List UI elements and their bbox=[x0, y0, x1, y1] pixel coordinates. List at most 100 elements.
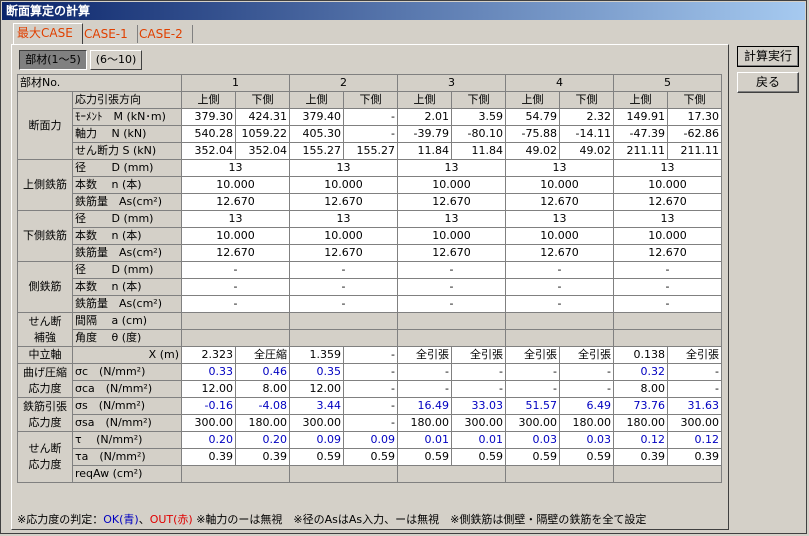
value-cell: 11.84 bbox=[451, 142, 506, 160]
lower-label: 下側 bbox=[343, 91, 398, 109]
value-cell: - bbox=[343, 380, 398, 398]
value-cell: 49.02 bbox=[559, 142, 614, 160]
value-cell: 8.00 bbox=[613, 380, 668, 398]
table-row: せん断力 S (kN) 352.04 352.04 155.27 155.27 11.84… bbox=[18, 142, 722, 160]
value-cell: - bbox=[505, 295, 614, 313]
value-cell: 0.01 bbox=[397, 431, 452, 449]
table-row: 曲げ圧縮 応力度 σc (N/mm²) 0.33 0.46 0.35- - - - -0.32- bbox=[17, 363, 722, 398]
value-cell: 全圧縮 bbox=[235, 346, 290, 364]
member-number: 2 bbox=[289, 74, 398, 92]
row-label: τa (N/mm²) bbox=[72, 448, 182, 466]
value-cell: 12.670 bbox=[397, 193, 506, 211]
group-label-line: 曲げ圧縮 bbox=[23, 365, 67, 379]
value-cell: 540.28 bbox=[181, 125, 236, 143]
value-cell: 180.00 bbox=[235, 414, 290, 432]
upper-label: 上側 bbox=[613, 91, 668, 109]
value-cell: 180.00 bbox=[397, 414, 452, 432]
subtab-members-6-10[interactable]: (6～10) bbox=[90, 50, 142, 70]
empty-cell bbox=[181, 329, 290, 347]
empty-cell bbox=[505, 329, 614, 347]
value-cell: 0.12 bbox=[667, 431, 722, 449]
value-cell: - bbox=[181, 295, 290, 313]
group-label-line: 補強 bbox=[34, 330, 56, 344]
value-cell: 0.09 bbox=[289, 431, 344, 449]
value-cell: - bbox=[505, 380, 560, 398]
value-cell: - bbox=[667, 363, 722, 381]
value-cell: 10.000 bbox=[289, 227, 398, 245]
row-label: ﾓｰﾒﾝﾄ M (kN･m) bbox=[72, 108, 182, 126]
table-row: 本数 n (本) 10.000 10.000 10.000 10.000 10.000 bbox=[18, 227, 722, 245]
value-cell: - bbox=[343, 414, 398, 432]
value-cell: 352.04 bbox=[181, 142, 236, 160]
value-cell: 2.32 bbox=[559, 108, 614, 126]
value-cell: 16.49 bbox=[397, 397, 452, 415]
value-cell: 0.20 bbox=[235, 431, 290, 449]
table-row: 鉄筋量 As(cm²) 12.670 12.670 12.670 12.670 12.67… bbox=[18, 193, 722, 211]
table-row: σca (N/mm²) 12.00 8.00 12.00- - - - -8.00- bbox=[18, 380, 722, 398]
value-cell: 155.27 bbox=[343, 142, 398, 160]
value-cell: 13 bbox=[289, 210, 398, 228]
main-window: 断面算定の計算 最大CASE CASE-1 CASE-2 部材(1～5) (6～… bbox=[0, 0, 807, 534]
value-cell: - bbox=[451, 380, 506, 398]
group-label-line: 上側鉄筋 bbox=[23, 178, 67, 191]
group-label: 側鉄筋 bbox=[17, 261, 73, 313]
group-label-line: 応力度 bbox=[28, 458, 62, 471]
value-cell: 17.30 bbox=[667, 108, 722, 126]
group-label-line: せん断 bbox=[28, 442, 62, 455]
value-cell: 0.59 bbox=[505, 448, 560, 466]
calculate-button[interactable]: 計算実行 bbox=[737, 46, 799, 67]
tab-case-2[interactable]: CASE-2 bbox=[136, 25, 193, 43]
row-label: σsa (N/mm²) bbox=[72, 414, 182, 432]
back-button[interactable]: 戻る bbox=[737, 72, 799, 93]
subtab-members-1-5[interactable]: 部材(1～5) bbox=[19, 50, 87, 70]
tab-case-1[interactable]: CASE-1 bbox=[81, 25, 138, 43]
value-cell: 0.59 bbox=[289, 448, 344, 466]
value-cell: - bbox=[289, 295, 398, 313]
table-row: せん断 応力度 τ (N/mm²) 0.20 0.20 0.09 0.09 0.01 0.01 0… bbox=[17, 431, 722, 483]
value-cell: 12.00 bbox=[181, 380, 236, 398]
value-cell: - bbox=[343, 397, 398, 415]
value-cell: - bbox=[181, 261, 290, 279]
value-cell: 12.670 bbox=[289, 193, 398, 211]
empty-cell bbox=[181, 312, 290, 330]
value-cell: 300.00 bbox=[289, 414, 344, 432]
value-cell: 12.670 bbox=[505, 244, 614, 262]
value-cell: 13 bbox=[181, 210, 290, 228]
value-cell: 13 bbox=[613, 210, 722, 228]
value-cell: 0.59 bbox=[559, 448, 614, 466]
upper-label: 上側 bbox=[289, 91, 344, 109]
value-cell: 13 bbox=[289, 159, 398, 177]
window-title: 断面算定の計算 bbox=[2, 2, 805, 20]
value-cell: 379.40 bbox=[289, 108, 344, 126]
value-cell: 0.39 bbox=[235, 448, 290, 466]
empty-cell bbox=[613, 465, 722, 483]
table-row: 鉄筋量 As(cm²) 12.670 12.670 12.670 12.670 12.67… bbox=[18, 244, 722, 262]
empty-cell bbox=[397, 312, 506, 330]
empty-cell bbox=[505, 312, 614, 330]
table-row: 側鉄筋径 D (mm) - - - - - bbox=[17, 261, 722, 313]
member-label: 部材No. bbox=[17, 74, 182, 92]
tab-max-case[interactable]: 最大CASE bbox=[13, 23, 83, 45]
value-cell: 33.03 bbox=[451, 397, 506, 415]
group-label: 曲げ圧縮 応力度 bbox=[17, 363, 73, 398]
value-cell: 6.49 bbox=[559, 397, 614, 415]
value-cell: 0.39 bbox=[667, 448, 722, 466]
value-cell: 0.39 bbox=[181, 448, 236, 466]
value-cell: -14.11 bbox=[559, 125, 614, 143]
value-cell: 1.359 bbox=[289, 346, 344, 364]
value-cell: 0.03 bbox=[505, 431, 560, 449]
value-cell: - bbox=[559, 380, 614, 398]
value-cell: 300.00 bbox=[505, 414, 560, 432]
group-label-line: 下側鉄筋 bbox=[23, 229, 67, 242]
row-label: σca (N/mm²) bbox=[72, 380, 182, 398]
empty-cell bbox=[289, 312, 398, 330]
value-cell: 300.00 bbox=[181, 414, 236, 432]
value-cell: 12.670 bbox=[181, 244, 290, 262]
value-cell: 211.11 bbox=[613, 142, 668, 160]
value-cell: 2.01 bbox=[397, 108, 452, 126]
table-row: 本数 n (本) - - - - - bbox=[18, 278, 722, 296]
value-cell: 12.670 bbox=[505, 193, 614, 211]
row-label: σc (N/mm²) bbox=[72, 363, 182, 381]
value-cell: 0.33 bbox=[181, 363, 236, 381]
value-cell: 352.04 bbox=[235, 142, 290, 160]
